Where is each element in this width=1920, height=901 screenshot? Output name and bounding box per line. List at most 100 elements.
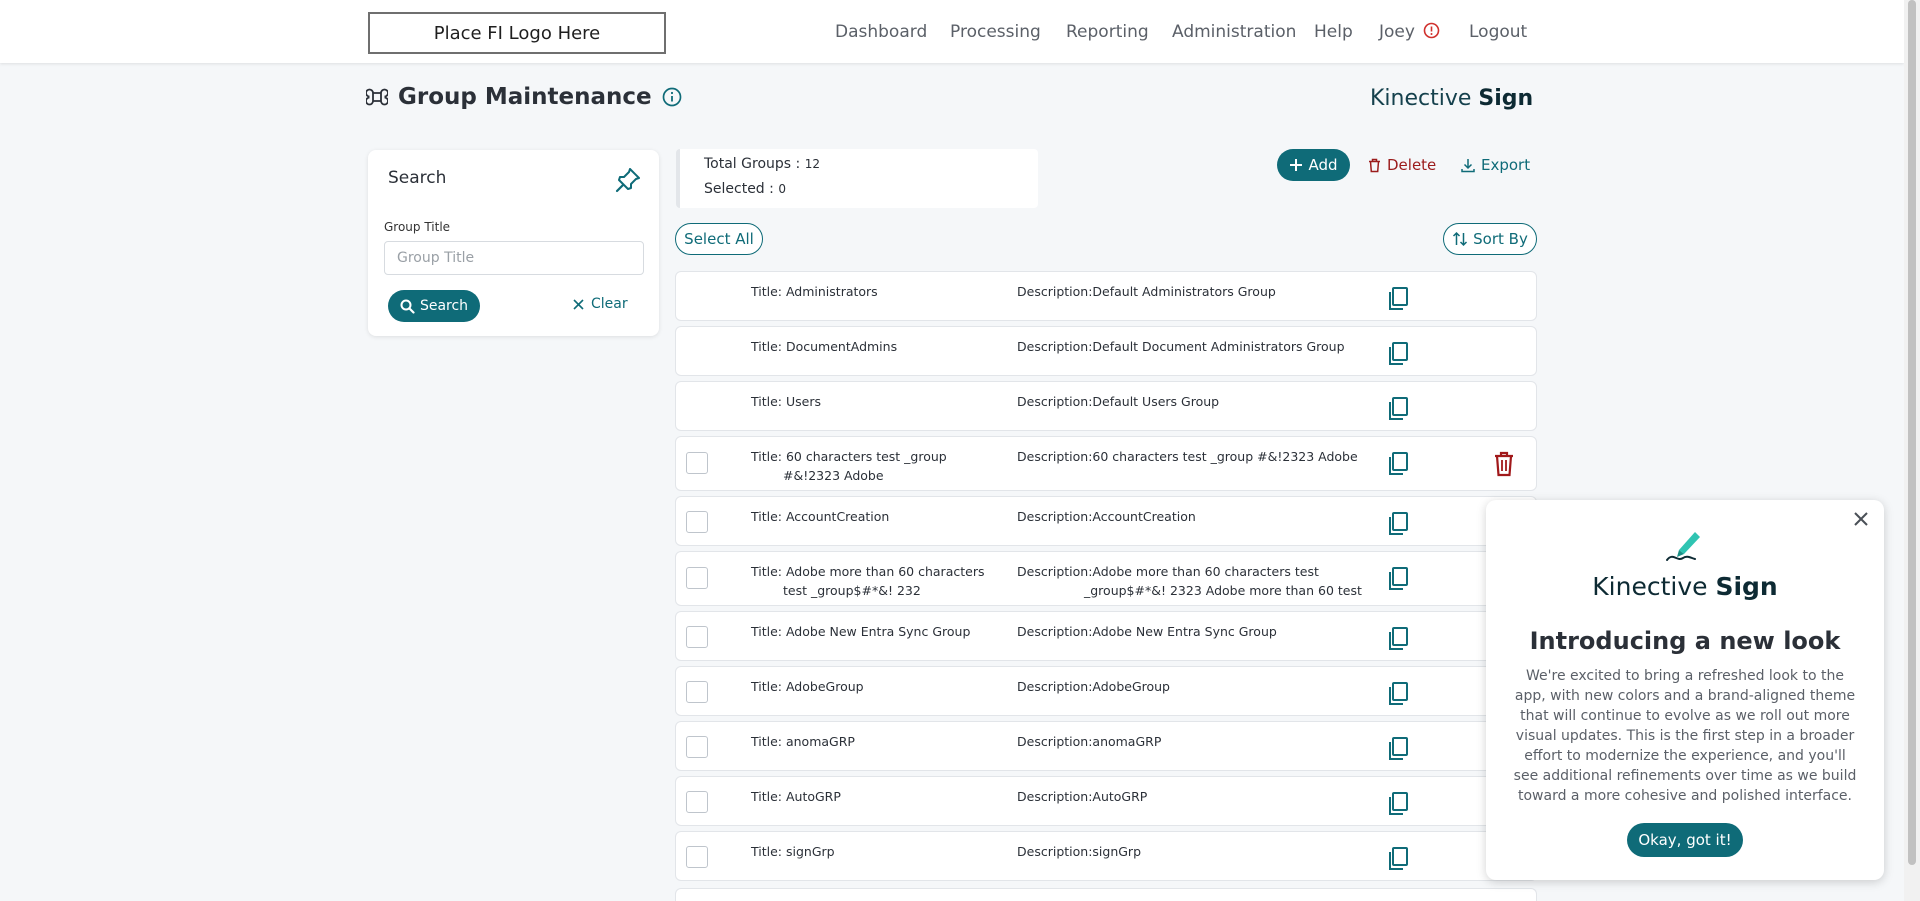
row-checkbox[interactable] <box>686 681 708 703</box>
user-name: Joey <box>1379 22 1415 42</box>
group-title-input[interactable] <box>384 241 644 275</box>
nav-help[interactable]: Help <box>1314 22 1353 42</box>
group-description: Description:60 characters test _group #&… <box>1017 449 1358 464</box>
export-button-label: Export <box>1481 156 1531 174</box>
search-icon <box>400 299 415 314</box>
group-row[interactable]: Title: AutoGRP Description:AutoGRP <box>675 776 1537 826</box>
nav-logout[interactable]: Logout <box>1469 22 1527 42</box>
pin-icon[interactable] <box>614 166 642 194</box>
group-description: Description:anomaGRP <box>1017 734 1162 749</box>
brand-bold: Sign <box>1478 86 1534 111</box>
copy-icon[interactable] <box>1386 396 1410 422</box>
row-checkbox[interactable] <box>686 626 708 648</box>
group-row[interactable]: Title: 60 characters test _group #&!2323… <box>675 436 1537 491</box>
group-row-partial[interactable] <box>675 888 1537 901</box>
popup-brand: Kinective Sign <box>1486 572 1884 601</box>
group-title: Title: AccountCreation <box>751 509 890 524</box>
copy-icon[interactable] <box>1386 681 1410 707</box>
copy-icon[interactable] <box>1386 511 1410 537</box>
row-checkbox[interactable] <box>686 511 708 533</box>
popup-body: We're excited to bring a refreshed look … <box>1513 668 1857 804</box>
copy-icon[interactable] <box>1386 341 1410 367</box>
group-title: Title: Adobe New Entra Sync Group <box>751 624 971 639</box>
group-row[interactable]: Title: Administrators Description:Defaul… <box>675 271 1537 321</box>
copy-icon[interactable] <box>1386 791 1410 817</box>
close-icon <box>573 298 584 310</box>
copy-icon[interactable] <box>1386 286 1410 312</box>
group-row[interactable]: Title: AdobeGroup Description:AdobeGroup <box>675 666 1537 716</box>
sort-icon <box>1453 231 1468 247</box>
info-icon[interactable] <box>662 87 682 107</box>
group-description: Description:Default Administrators Group <box>1017 284 1276 299</box>
clear-button-label: Clear <box>591 296 628 312</box>
nav-user-menu[interactable]: Joey <box>1379 22 1440 42</box>
group-title: Title: signGrp <box>751 844 835 859</box>
popup-brand-bold: Sign <box>1715 572 1778 601</box>
nav-administration[interactable]: Administration <box>1172 22 1296 42</box>
copy-icon[interactable] <box>1386 451 1410 477</box>
clear-button[interactable]: Clear <box>572 296 628 312</box>
group-row[interactable]: Title: Adobe New Entra Sync Group Descri… <box>675 611 1537 661</box>
search-button[interactable]: Search <box>388 290 480 322</box>
group-description-text: Description:Adobe more than 60 character… <box>1017 564 1362 598</box>
row-checkbox[interactable] <box>686 846 708 868</box>
add-button-label: Add <box>1308 156 1338 174</box>
total-groups: Total Groups : 12 <box>704 156 820 172</box>
export-button[interactable]: Export <box>1461 156 1530 174</box>
group-description: Description:Default Document Administrat… <box>1017 339 1345 354</box>
group-title: Title: Administrators <box>751 284 878 299</box>
group-row[interactable]: Title: Users Description:Default Users G… <box>675 381 1537 431</box>
search-button-label: Search <box>419 298 469 314</box>
copy-icon[interactable] <box>1386 736 1410 762</box>
group-row[interactable]: Title: signGrp Description:signGrp <box>675 831 1537 881</box>
group-title: Title: AdobeGroup <box>751 679 864 694</box>
copy-icon[interactable] <box>1386 846 1410 872</box>
selected-count: Selected : 0 <box>704 181 786 197</box>
nav-reporting[interactable]: Reporting <box>1066 22 1149 42</box>
trash-icon[interactable] <box>1493 451 1515 477</box>
groups-summary: Total Groups : 12 Selected : 0 <box>676 149 1038 208</box>
group-row[interactable]: Title: Adobe more than 60 characters tes… <box>675 551 1537 606</box>
group-title: Title: AutoGRP <box>751 789 841 804</box>
group-description: Description:Default Users Group <box>1017 394 1220 409</box>
close-icon[interactable] <box>1852 510 1870 528</box>
download-icon <box>1461 158 1475 172</box>
group-row[interactable]: Title: DocumentAdmins Description:Defaul… <box>675 326 1537 376</box>
copy-icon[interactable] <box>1386 626 1410 652</box>
okay-got-it-button[interactable]: Okay, got it! <box>1627 823 1743 857</box>
total-groups-label: Total Groups : <box>704 156 805 172</box>
group-title: Title: DocumentAdmins <box>751 339 898 354</box>
group-title-text: Title: 60 characters test _group #&!2323… <box>751 449 947 483</box>
delete-button[interactable]: Delete <box>1368 156 1436 174</box>
page-title: Group Maintenance <box>398 84 652 110</box>
group-title: Title: 60 characters test _group #&!2323… <box>751 447 996 485</box>
group-title: Title: anomaGRP <box>751 734 855 749</box>
nav-processing[interactable]: Processing <box>950 22 1041 42</box>
row-checkbox[interactable] <box>686 791 708 813</box>
row-checkbox[interactable] <box>686 567 708 589</box>
selected-value: 0 <box>778 182 786 196</box>
group-title: Title: Users <box>751 394 821 409</box>
row-checkbox[interactable] <box>686 736 708 758</box>
group-description: Description:AdobeGroup <box>1017 679 1170 694</box>
delete-button-label: Delete <box>1387 156 1437 174</box>
page-scrollbar[interactable] <box>1904 0 1920 901</box>
copy-icon[interactable] <box>1386 566 1410 592</box>
group-row[interactable]: Title: anomaGRP Description:anomaGRP <box>675 721 1537 771</box>
scrollbar-thumb[interactable] <box>1908 0 1916 865</box>
select-all-button[interactable]: Select All <box>675 223 763 255</box>
nav-dashboard[interactable]: Dashboard <box>835 22 927 42</box>
search-panel-title: Search <box>388 168 447 188</box>
logo-placeholder[interactable]: Place FI Logo Here <box>368 12 666 54</box>
group-description: Description:Adobe more than 60 character… <box>1017 562 1372 600</box>
trash-icon <box>1369 158 1380 172</box>
plus-icon <box>1290 159 1303 171</box>
row-checkbox[interactable] <box>686 452 708 474</box>
group-description: Description:signGrp <box>1017 844 1142 859</box>
group-description: Description:AccountCreation <box>1017 509 1196 524</box>
sort-by-button[interactable]: Sort By <box>1443 223 1537 255</box>
add-button[interactable]: Add <box>1277 149 1350 181</box>
group-title: Title: Adobe more than 60 characters tes… <box>751 562 996 600</box>
group-row[interactable]: Title: AccountCreation Description:Accou… <box>675 496 1537 546</box>
brand-logo: Kinective Sign <box>1370 86 1533 111</box>
